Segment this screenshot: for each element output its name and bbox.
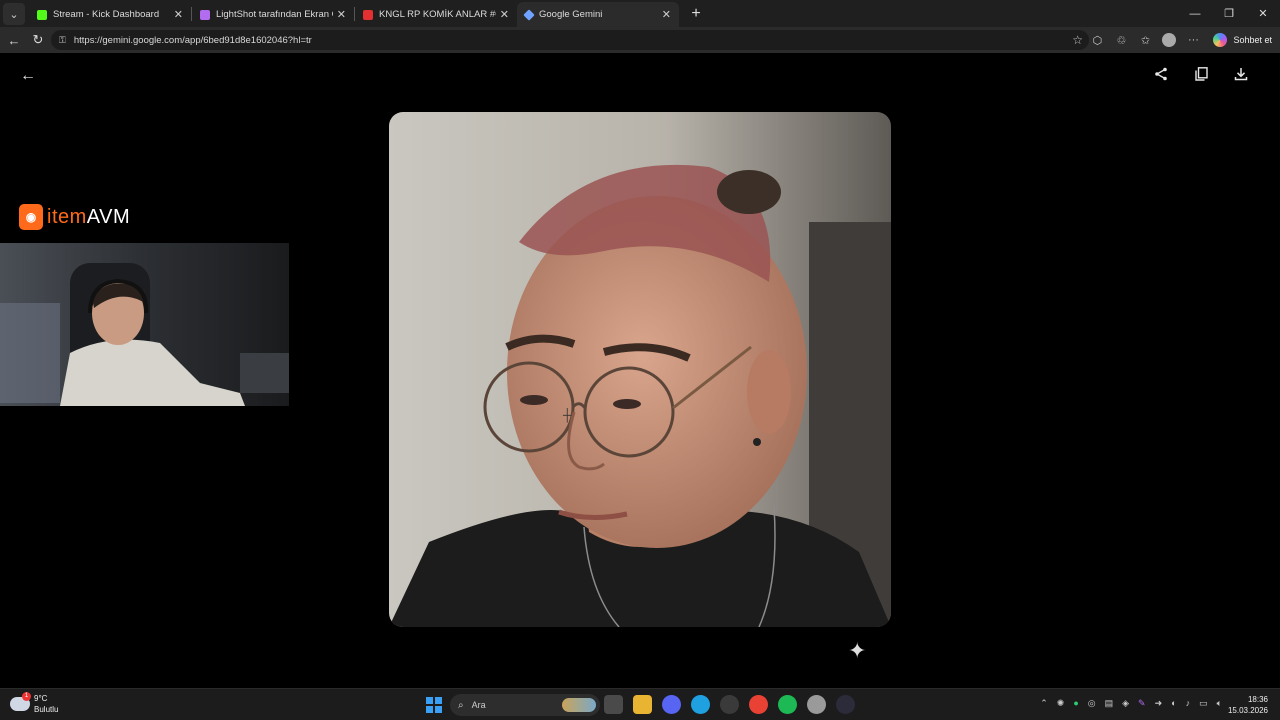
date: 15.03.2026 [1227, 706, 1268, 715]
discord-icon[interactable] [662, 695, 681, 714]
copy-icon[interactable] [1190, 67, 1212, 84]
window-controls: — ❐ ✕ [1178, 0, 1280, 27]
task-view-icon[interactable] [604, 695, 623, 714]
tray-app-icon[interactable]: ▤ [1105, 698, 1114, 709]
favorite-star-icon[interactable]: ☆ [1072, 33, 1083, 47]
browser-toolbar: ← ↻ ⚿ https://gemini.google.com/app/6bed… [0, 27, 1280, 53]
cloud-icon: 1 [10, 692, 31, 711]
site-info-icon[interactable]: ⚿ [59, 35, 66, 46]
image-viewer: ← ✦ ┼ ◉ itemAVM [0, 53, 1280, 688]
lightshot-tray-icon[interactable]: ✎ [1138, 698, 1146, 709]
shopping-bag-icon: ◉ [19, 204, 43, 230]
taskbar-clock[interactable]: 18:36 15.03.2026 [1228, 694, 1268, 716]
taskbar-search[interactable]: ⌕ Ara [450, 694, 600, 716]
settings-gear-icon[interactable] [807, 695, 826, 714]
browser-essentials-icon[interactable]: ♲ [1109, 34, 1133, 47]
show-hidden-icons-chevron-icon[interactable]: ⌃ [1040, 698, 1048, 709]
lightshot-favicon-icon [200, 9, 210, 20]
viewer-actions [1150, 67, 1252, 84]
tray-app-icon[interactable]: ◎ [1088, 698, 1096, 709]
tray-app-icon[interactable]: ◐ [1171, 698, 1176, 709]
back-nav-icon[interactable]: ← [2, 29, 26, 51]
tab-title: Stream - Kick Dashboard [53, 9, 160, 20]
tab-actions-menu-button[interactable]: ⌄ [3, 3, 25, 25]
kick-favicon-icon [37, 9, 47, 20]
notification-badge: 1 [22, 692, 31, 701]
tab-title: Google Gemini [539, 9, 603, 20]
download-icon[interactable] [1230, 67, 1252, 84]
weather-desc: Bulutlu [34, 705, 59, 714]
time: 18:36 [1247, 695, 1268, 704]
tab-strip: ⌄ Stream - Kick Dashboard ✕ LightShot ta… [0, 0, 1280, 27]
rockstar-launcher-icon[interactable] [720, 695, 739, 714]
minimize-icon[interactable]: — [1178, 0, 1212, 27]
tray-green-app-icon[interactable]: ● [1073, 698, 1078, 709]
youtube-favicon-icon [363, 9, 373, 20]
reload-icon[interactable]: ↻ [26, 29, 50, 51]
brand-name: itemAVM [47, 205, 131, 228]
volume-icon[interactable]: 🔈︎ [1217, 698, 1222, 709]
tab-youtube-video[interactable]: KNGL RP KOMİK ANLAR #6 (GÜNL ✕ [355, 2, 517, 27]
weather-temp: 9°C [34, 694, 48, 703]
file-explorer-icon[interactable] [633, 695, 652, 714]
tray-app-icon[interactable]: ✺ [1057, 698, 1065, 709]
obs-icon[interactable] [836, 695, 855, 714]
more-options-icon[interactable]: ··· [1181, 34, 1205, 46]
gemini-sparkle-watermark-icon: ✦ [848, 638, 867, 663]
search-icon: ⌕ [458, 699, 464, 711]
weather-widget[interactable]: 1 9°C Bulutlu [10, 692, 59, 715]
close-tab-icon[interactable]: ✕ [174, 8, 183, 21]
microphone-icon[interactable]: ♪ [1186, 698, 1191, 709]
steam-icon[interactable]: ◈ [1122, 698, 1129, 709]
close-window-icon[interactable]: ✕ [1246, 0, 1280, 27]
extensions-icon[interactable]: ⬡ [1085, 34, 1109, 47]
network-icon[interactable]: ▭ [1199, 698, 1208, 709]
close-viewer-back-icon[interactable]: ← [20, 67, 36, 85]
search-highlight-image [562, 698, 596, 712]
copilot-chat-button[interactable]: Sohbet et [1213, 33, 1272, 47]
tab-google-gemini[interactable]: Google Gemini ✕ [517, 2, 679, 27]
tray-app-icon[interactable]: ➜ [1155, 698, 1163, 709]
tab-kick-dashboard[interactable]: Stream - Kick Dashboard ✕ [29, 2, 191, 27]
close-tab-icon[interactable]: ✕ [500, 8, 509, 21]
chrome-icon[interactable] [749, 695, 768, 714]
address-bar[interactable]: ⚿ https://gemini.google.com/app/6bed91d8… [51, 30, 1089, 50]
generated-image[interactable] [389, 112, 891, 627]
restore-icon[interactable]: ❐ [1212, 0, 1246, 27]
search-placeholder: Ara [471, 700, 486, 710]
new-tab-button[interactable]: + [685, 3, 707, 25]
toolbar-right-actions: ⬡ ♲ ✩ ··· Sohbet et [1085, 27, 1280, 53]
itemavm-logo: ◉ itemAVM [19, 204, 130, 230]
tab-title: KNGL RP KOMİK ANLAR #6 (GÜNL [379, 9, 496, 20]
copilot-label: Sohbet et [1233, 35, 1272, 45]
windows-taskbar: 1 9°C Bulutlu ⌕ Ara ⌃ ✺ ● ◎ ▤ ◈ ✎ ➜ ◐ ♪ … [0, 688, 1280, 720]
favorites-icon[interactable]: ✩ [1133, 34, 1157, 47]
close-tab-icon[interactable]: ✕ [662, 8, 671, 21]
url-text: https://gemini.google.com/app/6bed91d8e1… [73, 34, 312, 46]
share-icon[interactable] [1150, 67, 1172, 84]
edge-icon[interactable] [691, 695, 710, 714]
tab-title: LightShot tarafından Ekran Görünt [216, 9, 333, 20]
tab-lightshot[interactable]: LightShot tarafından Ekran Görünt ✕ [192, 2, 354, 27]
pinned-apps [604, 695, 855, 714]
system-tray: ⌃ ✺ ● ◎ ▤ ◈ ✎ ➜ ◐ ♪ ▭ 🔈︎ [1040, 698, 1222, 709]
spotify-icon[interactable] [778, 695, 797, 714]
crosshair-cursor-icon: ┼ [563, 408, 572, 422]
gemini-favicon-icon [523, 8, 535, 21]
close-tab-icon[interactable]: ✕ [337, 8, 346, 21]
copilot-icon [1213, 33, 1228, 47]
webcam-overlay [0, 243, 289, 406]
profile-avatar[interactable] [1162, 33, 1177, 47]
start-button-windows-icon[interactable] [426, 697, 442, 713]
